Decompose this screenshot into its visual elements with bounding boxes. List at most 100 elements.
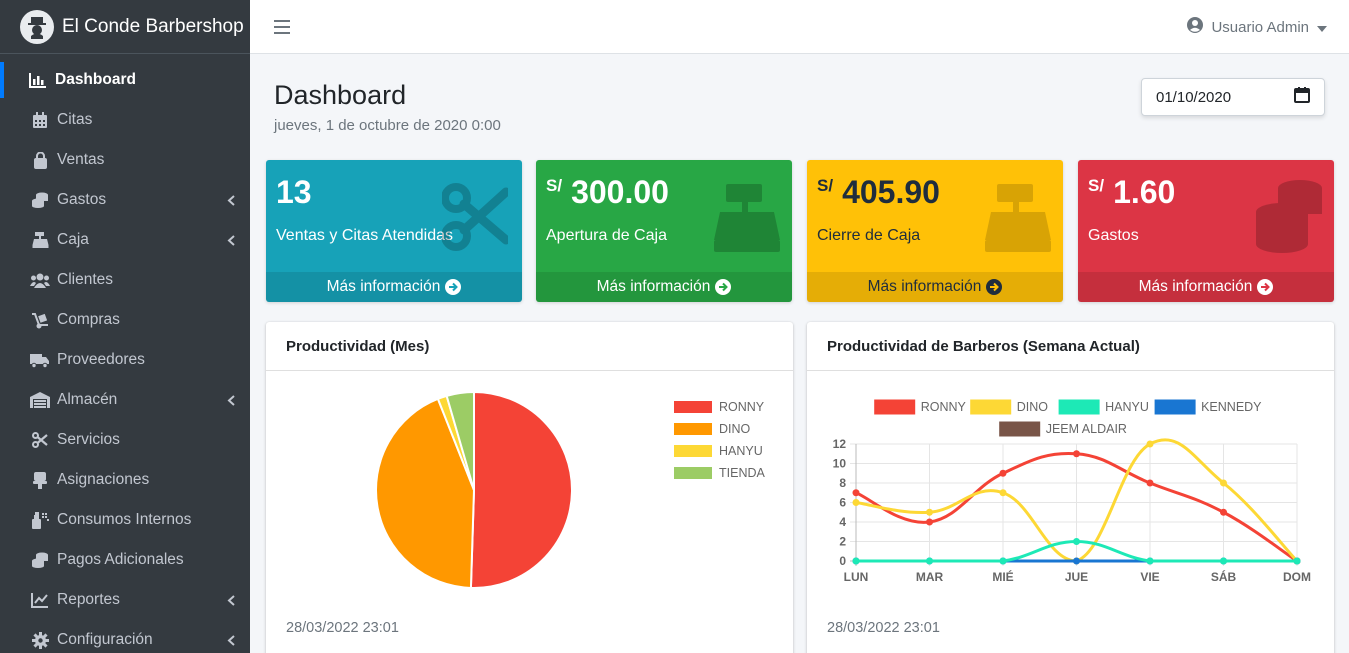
chevron-left-icon <box>226 634 236 646</box>
brand-logo-icon <box>20 9 54 44</box>
more-info-link[interactable]: Más información <box>536 272 792 302</box>
page-title: Dashboard <box>274 80 407 110</box>
currency-symbol: S/ <box>817 176 834 195</box>
sidebar-item-pagos-adicionales[interactable]: Pagos Adicionales <box>0 540 250 580</box>
legend-label: KENNEDY <box>1201 400 1262 414</box>
more-info-link[interactable]: Más información <box>807 272 1063 302</box>
cash-register-icon <box>30 231 50 249</box>
cash-register-icon <box>712 178 780 254</box>
sidebar-item-reportes[interactable]: Reportes <box>0 580 250 620</box>
x-tick-label: DOM <box>1283 570 1311 584</box>
data-point-dino <box>1220 479 1227 487</box>
chevron-left-icon <box>226 194 236 206</box>
sidebar-item-label: Reportes <box>57 591 120 608</box>
data-point-hanyu <box>1073 538 1080 545</box>
chevron-left-icon <box>226 394 236 406</box>
small-box-gastos: S/1.60 Gastos Más información <box>1078 160 1334 302</box>
legend-swatch <box>1154 399 1196 415</box>
sidebar: El Conde Barbershop Dashboard Citas Ventas… <box>0 0 250 653</box>
card-productividad-mes: Productividad (Mes) RONNY DINO HANYU TIENDA… <box>266 322 793 653</box>
top-navbar: Usuario Admin <box>250 0 1349 54</box>
sidebar-item-proveedores[interactable]: Proveedores <box>0 340 250 380</box>
sidebar-item-compras[interactable]: Compras <box>0 300 250 340</box>
coins-icon <box>1254 178 1322 254</box>
pie-slice-ronny <box>469 390 573 589</box>
chair-icon <box>30 471 50 489</box>
legend-swatch <box>674 423 712 435</box>
chart-line-icon <box>30 591 50 609</box>
cash-register-icon <box>983 178 1051 254</box>
x-tick-label: JUE <box>1065 570 1088 584</box>
data-point-hanyu <box>999 557 1007 565</box>
data-point-dino <box>926 508 933 516</box>
box-value: 1.60 <box>1113 174 1176 210</box>
data-point-dino <box>852 499 860 506</box>
box-value: 405.90 <box>842 174 940 210</box>
legend-label: RONNY <box>719 400 765 414</box>
sidebar-item-consumos-internos[interactable]: Consumos Internos <box>0 500 250 540</box>
currency-symbol: S/ <box>1088 176 1105 195</box>
legend-swatch <box>674 401 712 413</box>
sidebar-item-label: Proveedores <box>57 351 145 368</box>
y-tick-label: 2 <box>839 535 846 549</box>
sidebar-item-citas[interactable]: Citas <box>0 100 250 140</box>
date-input-value: 01/10/2020 <box>1156 88 1232 106</box>
sidebar-item-clientes[interactable]: Clientes <box>0 260 250 300</box>
date-input[interactable]: 01/10/2020 <box>1141 78 1325 116</box>
card-footer-timestamp: 28/03/2022 23:01 <box>286 620 399 636</box>
legend-label: HANYU <box>719 444 763 458</box>
legend-label: TIENDA <box>719 466 766 480</box>
sidebar-item-dashboard[interactable]: Dashboard <box>0 60 250 100</box>
coins-icon <box>30 191 50 209</box>
chevron-left-icon <box>226 594 236 606</box>
legend-swatch <box>674 445 712 457</box>
card-footer-timestamp: 28/03/2022 23:01 <box>827 620 940 636</box>
brand[interactable]: El Conde Barbershop <box>0 0 250 54</box>
more-info-link[interactable]: Más información <box>266 272 522 302</box>
sidebar-item-caja[interactable]: Caja <box>0 220 250 260</box>
y-tick-label: 4 <box>839 515 846 529</box>
sidebar-item-gastos[interactable]: Gastos <box>0 180 250 220</box>
arrow-circle-right-icon <box>986 279 1003 295</box>
sidebar-item-asignaciones[interactable]: Asignaciones <box>0 460 250 500</box>
sidebar-item-label: Gastos <box>57 191 107 208</box>
sidebar-item-servicios[interactable]: Servicios <box>0 420 250 460</box>
sidebar-item-label: Almacén <box>57 391 118 408</box>
menu-toggle-icon[interactable] <box>274 19 290 34</box>
small-box-cierre: S/405.90 Cierre de Caja Más información <box>807 160 1063 302</box>
chart-area-icon <box>28 71 48 89</box>
x-tick-label: VIE <box>1140 570 1159 584</box>
scissors-icon <box>30 431 50 449</box>
x-tick-label: MAR <box>916 570 944 584</box>
more-info-link[interactable]: Más información <box>1078 272 1334 302</box>
sidebar-item-label: Caja <box>57 231 89 248</box>
spray-icon <box>30 511 50 529</box>
sidebar-item-ventas[interactable]: Ventas <box>0 140 250 180</box>
calendar-icon[interactable] <box>1294 87 1310 107</box>
data-point-dino <box>999 489 1007 497</box>
sidebar-item-label: Clientes <box>57 271 113 288</box>
card-title: Productividad de Barberos (Semana Actual… <box>807 322 1334 371</box>
small-box-apertura: S/300.00 Apertura de Caja Más informació… <box>536 160 792 302</box>
sidebar-item-label: Servicios <box>57 431 120 448</box>
data-point-ronny <box>1146 479 1154 487</box>
y-tick-label: 0 <box>839 554 846 568</box>
sidebar-item-almacen[interactable]: Almacén <box>0 380 250 420</box>
arrow-circle-right-icon <box>1257 279 1274 295</box>
chevron-left-icon <box>226 234 236 246</box>
legend-label: HANYU <box>1105 400 1149 414</box>
legend-swatch <box>970 399 1012 415</box>
scissors-icon <box>441 178 511 254</box>
data-point-dino <box>1146 440 1154 448</box>
caret-down-icon <box>1317 19 1327 36</box>
y-tick-label: 8 <box>839 476 846 490</box>
user-menu[interactable]: Usuario Admin <box>1187 17 1327 37</box>
data-point-ronny <box>999 469 1007 477</box>
calendar-icon <box>30 111 50 129</box>
data-point-hanyu <box>1146 557 1154 565</box>
box-label: Cierre de Caja <box>817 227 921 244</box>
y-tick-label: 10 <box>833 457 847 471</box>
sidebar-item-configuracion[interactable]: Configuración <box>0 620 250 653</box>
arrow-circle-right-icon <box>445 279 462 295</box>
dolly-icon <box>30 311 50 329</box>
